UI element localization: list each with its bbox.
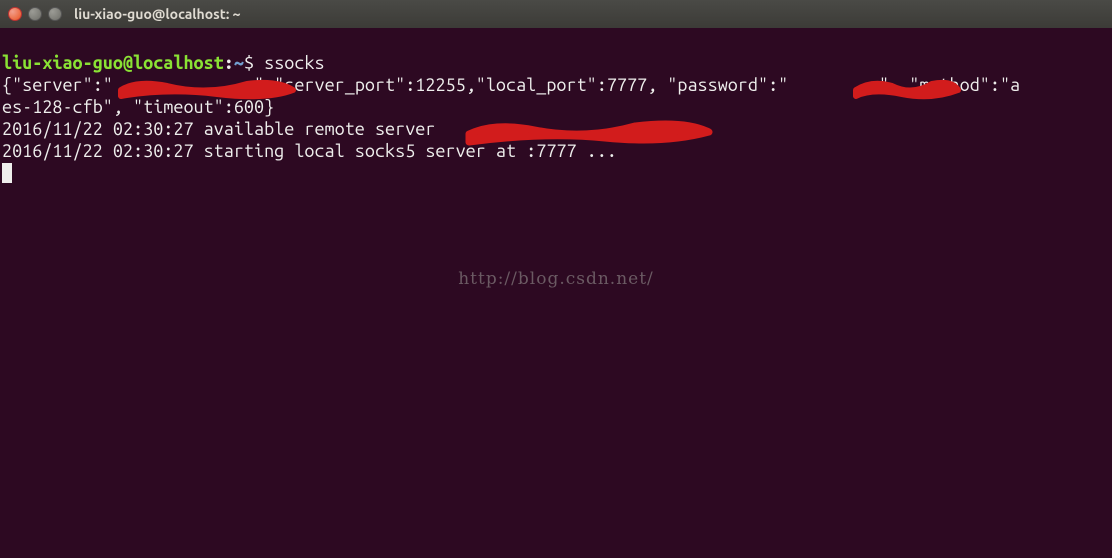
window-titlebar: liu-xiao-guo@localhost: ~: [0, 0, 1112, 28]
output-redacted-remote: [446, 119, 678, 139]
minimize-icon[interactable]: [28, 7, 42, 21]
maximize-icon[interactable]: [48, 7, 62, 21]
output-line-1b: ","server_port":12255,"local_port":7777,…: [254, 75, 788, 95]
prompt-path: ~: [234, 53, 244, 73]
window-title: liu-xiao-guo@localhost: ~: [74, 6, 241, 22]
output-line-3a: 2016/11/22 02:30:27 available remote ser…: [2, 119, 446, 139]
output-line-1c: ", "method":"a: [879, 75, 1020, 95]
output-line-2: es-128-cfb", "timeout":600}: [2, 97, 274, 117]
output-line-1a: {"server":": [2, 75, 113, 95]
output-line-4: 2016/11/22 02:30:27 starting local socks…: [2, 141, 617, 161]
prompt-symbol: $: [244, 53, 264, 73]
output-redacted-server: [113, 75, 254, 95]
prompt-user-host: liu-xiao-guo@localhost: [2, 53, 224, 73]
terminal-area[interactable]: liu-xiao-guo@localhost:~$ ssocks {"serve…: [0, 28, 1112, 274]
command-input: ssocks: [264, 53, 324, 73]
terminal-cursor: [2, 163, 12, 183]
prompt-colon: :: [224, 53, 234, 73]
output-redacted-password: [788, 75, 879, 95]
close-icon[interactable]: [8, 7, 22, 21]
